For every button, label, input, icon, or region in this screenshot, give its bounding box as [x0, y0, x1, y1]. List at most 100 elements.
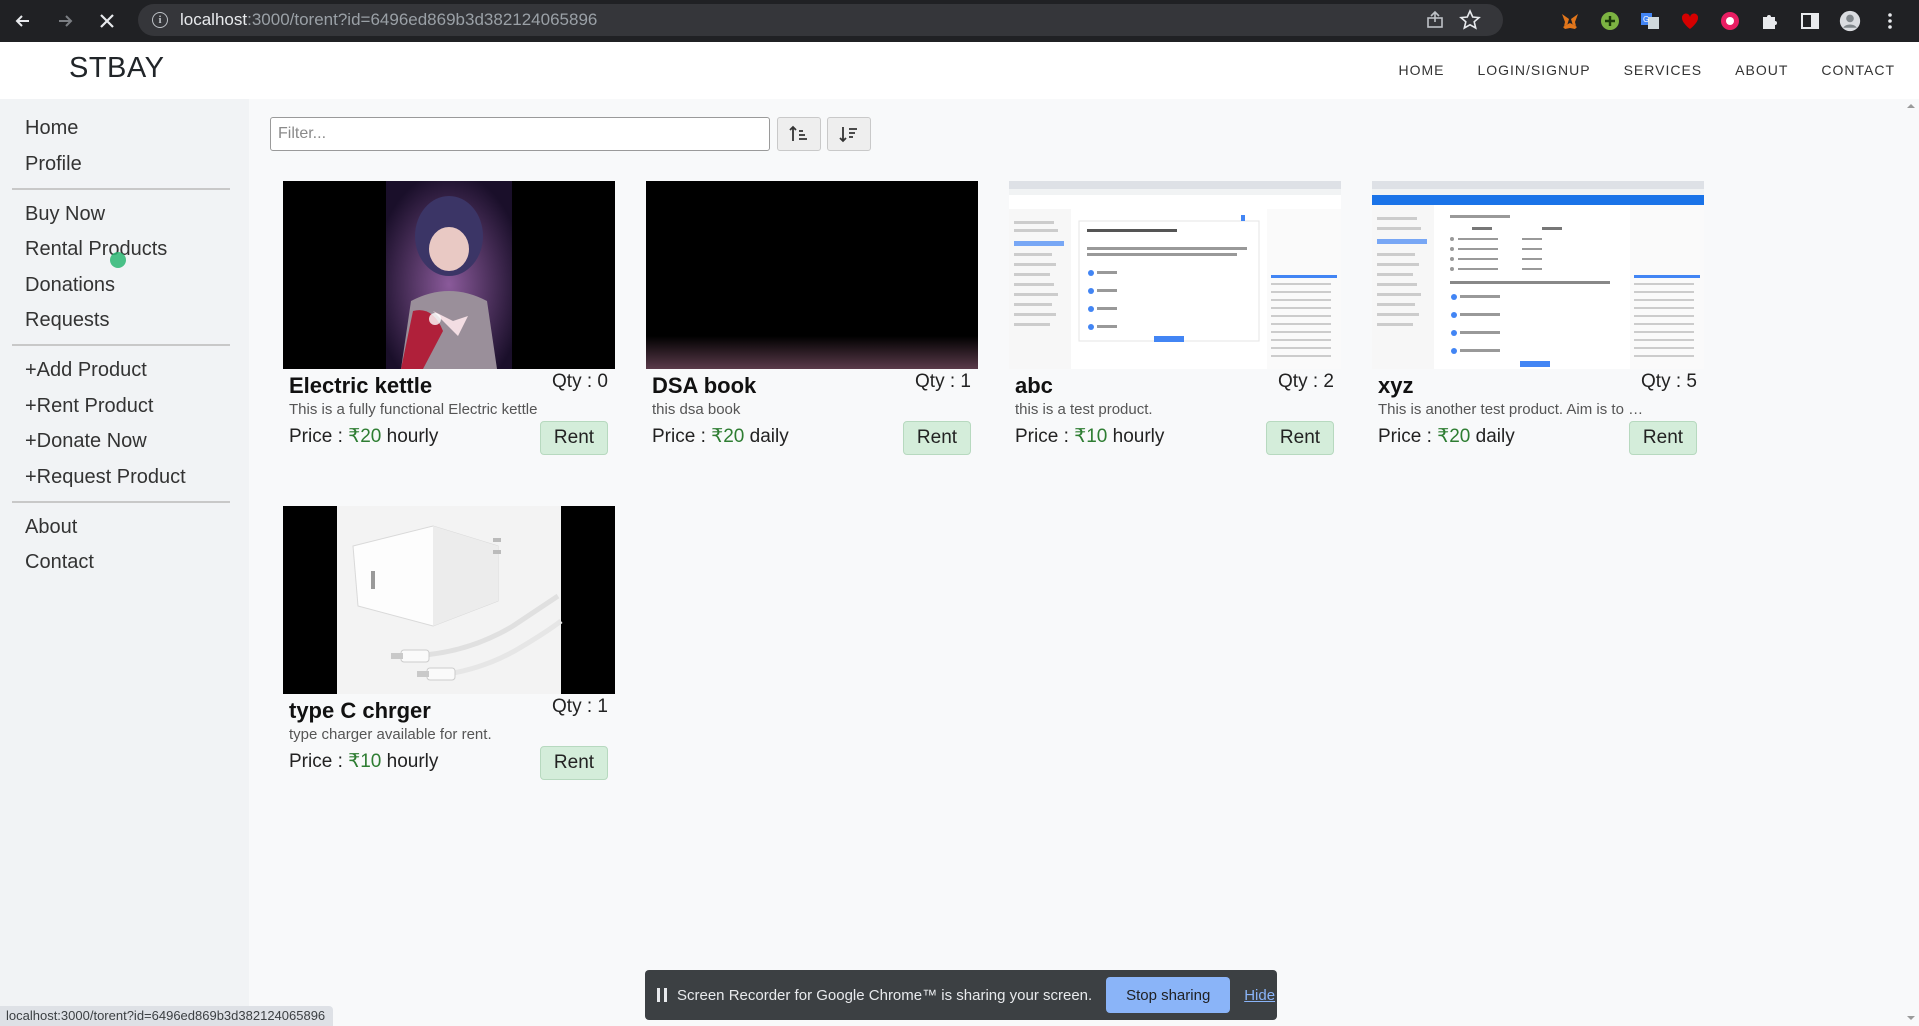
currency-symbol: ₹: [348, 751, 361, 772]
scroll-down-icon[interactable]: [1906, 1013, 1916, 1023]
translate-extension-icon[interactable]: G: [1639, 10, 1661, 32]
pause-icon[interactable]: [657, 988, 667, 1002]
bookmark-star-icon[interactable]: [1459, 9, 1481, 36]
share-icon[interactable]: [1425, 10, 1445, 35]
top-nav-links: HOME LOGIN/SIGNUP SERVICES ABOUT CONTACT: [1365, 62, 1895, 78]
sidebar-item-rent-product[interactable]: +Rent Product: [25, 395, 153, 418]
rent-button[interactable]: Rent: [1629, 421, 1697, 455]
browser-toolbar: i localhost:3000/torent?id=6496ed869b3d3…: [0, 0, 1919, 42]
product-card: Electric kettle Qty : 0 This is a fully …: [283, 181, 615, 455]
url-path: :3000/torent?id=6496ed869b3d382124065896: [247, 10, 598, 29]
address-bar[interactable]: i localhost:3000/torent?id=6496ed869b3d3…: [138, 4, 1503, 36]
hide-link[interactable]: Hide: [1244, 987, 1275, 1004]
profile-avatar-icon[interactable]: [1839, 10, 1861, 32]
svg-text:G: G: [1643, 15, 1649, 24]
site-info-icon[interactable]: i: [152, 12, 168, 28]
side-panel-icon[interactable]: [1799, 10, 1821, 32]
rent-button[interactable]: Rent: [540, 421, 608, 455]
product-price: Price : ₹20 daily: [652, 425, 789, 448]
app-navbar: STBAY HOME LOGIN/SIGNUP SERVICES ABOUT C…: [0, 42, 1919, 99]
sidebar-item-about[interactable]: About: [25, 516, 77, 539]
share-message: Screen Recorder for Google Chrome™ is sh…: [677, 986, 1093, 1004]
sidebar-item-requests[interactable]: Requests: [25, 309, 110, 332]
product-qty: Qty : 1: [915, 371, 971, 392]
scroll-up-icon[interactable]: [1906, 101, 1916, 111]
url-text: localhost:3000/torent?id=6496ed869b3d382…: [180, 10, 597, 30]
sort-ascending-icon: [789, 125, 807, 141]
main-content: Electric kettle Qty : 0 This is a fully …: [249, 99, 1919, 1026]
filter-input[interactable]: [270, 117, 770, 151]
price-amount: 10: [360, 751, 382, 772]
product-image[interactable]: [1009, 181, 1341, 369]
product-card: xyz Qty : 5 This is another test product…: [1372, 181, 1704, 455]
product-price: Price : ₹20 hourly: [289, 425, 438, 448]
sort-descending-icon: [839, 127, 857, 143]
metamask-extension-icon[interactable]: [1559, 10, 1581, 32]
nav-link-home[interactable]: HOME: [1398, 62, 1444, 78]
price-period: daily: [749, 426, 789, 447]
plus-green-extension-icon[interactable]: [1599, 10, 1621, 32]
price-amount: 10: [1086, 426, 1108, 447]
sidebar-item-donate-now[interactable]: +Donate Now: [25, 430, 147, 453]
heart-extension-icon[interactable]: [1679, 10, 1701, 32]
price-label: Price :: [652, 426, 712, 447]
product-card: abc Qty : 2 this is a test product. Pric…: [1009, 181, 1341, 455]
product-image[interactable]: [646, 181, 978, 369]
back-icon[interactable]: [10, 8, 36, 34]
sidebar-item-donations[interactable]: Donations: [25, 274, 115, 297]
product-image[interactable]: [283, 506, 615, 694]
price-amount: 20: [1449, 426, 1471, 447]
product-title: type C chrger: [289, 698, 431, 723]
nav-link-login-signup[interactable]: LOGIN/SIGNUP: [1477, 62, 1590, 78]
product-description: This is another test product. Aim is to …: [1378, 401, 1648, 418]
product-description: type charger available for rent.: [289, 726, 492, 743]
status-url: localhost:3000/torent?id=6496ed869b3d382…: [0, 1006, 334, 1026]
rent-button[interactable]: Rent: [903, 421, 971, 455]
product-title: DSA book: [652, 373, 757, 398]
rent-button[interactable]: Rent: [540, 746, 608, 780]
product-title: abc: [1015, 373, 1053, 398]
sort-descending-button[interactable]: [827, 117, 871, 151]
product-image[interactable]: [1372, 181, 1704, 369]
sidebar-divider: [12, 501, 230, 503]
brand-logo[interactable]: STBAY: [69, 52, 164, 85]
price-amount: 20: [723, 426, 745, 447]
product-qty: Qty : 1: [552, 696, 608, 717]
sidebar-item-profile[interactable]: Profile: [25, 153, 82, 176]
currency-symbol: ₹: [1074, 426, 1087, 447]
page-scrollbar[interactable]: [1903, 99, 1919, 1026]
sidebar-item-request-product[interactable]: +Request Product: [25, 466, 186, 489]
price-label: Price :: [289, 751, 349, 772]
mouse-cursor-indicator: [110, 252, 126, 268]
sidebar-divider: [12, 344, 230, 346]
extensions-puzzle-icon[interactable]: [1759, 10, 1781, 32]
price-period: hourly: [1112, 426, 1165, 447]
price-amount: 20: [360, 426, 382, 447]
sidebar-item-home[interactable]: Home: [25, 117, 78, 140]
sidebar-item-contact[interactable]: Contact: [25, 551, 94, 574]
browser-menu-icon[interactable]: [1879, 10, 1901, 32]
recorder-extension-icon[interactable]: [1719, 10, 1741, 32]
nav-link-services[interactable]: SERVICES: [1624, 62, 1703, 78]
nav-link-contact[interactable]: CONTACT: [1821, 62, 1895, 78]
product-image[interactable]: [283, 181, 615, 369]
price-label: Price :: [289, 426, 349, 447]
rent-button[interactable]: Rent: [1266, 421, 1334, 455]
price-period: daily: [1475, 426, 1515, 447]
sidebar-item-buy-now[interactable]: Buy Now: [25, 203, 105, 226]
price-label: Price :: [1378, 426, 1438, 447]
currency-symbol: ₹: [348, 426, 361, 447]
sidebar-item-add-product[interactable]: +Add Product: [25, 359, 147, 382]
price-period: hourly: [386, 751, 439, 772]
sidebar-item-rental-products[interactable]: Rental Products: [25, 238, 167, 261]
product-price: Price : ₹20 daily: [1378, 425, 1515, 448]
sidebar-divider: [12, 188, 230, 190]
stop-loading-icon[interactable]: [94, 8, 120, 34]
stop-sharing-button[interactable]: Stop sharing: [1106, 977, 1231, 1013]
nav-link-about[interactable]: ABOUT: [1735, 62, 1788, 78]
product-price: Price : ₹10 hourly: [1015, 425, 1164, 448]
sort-ascending-button[interactable]: [777, 117, 821, 151]
sidebar: Home Profile Buy Now Rental Products Don…: [0, 99, 249, 1026]
currency-symbol: ₹: [711, 426, 724, 447]
forward-icon[interactable]: [52, 8, 78, 34]
